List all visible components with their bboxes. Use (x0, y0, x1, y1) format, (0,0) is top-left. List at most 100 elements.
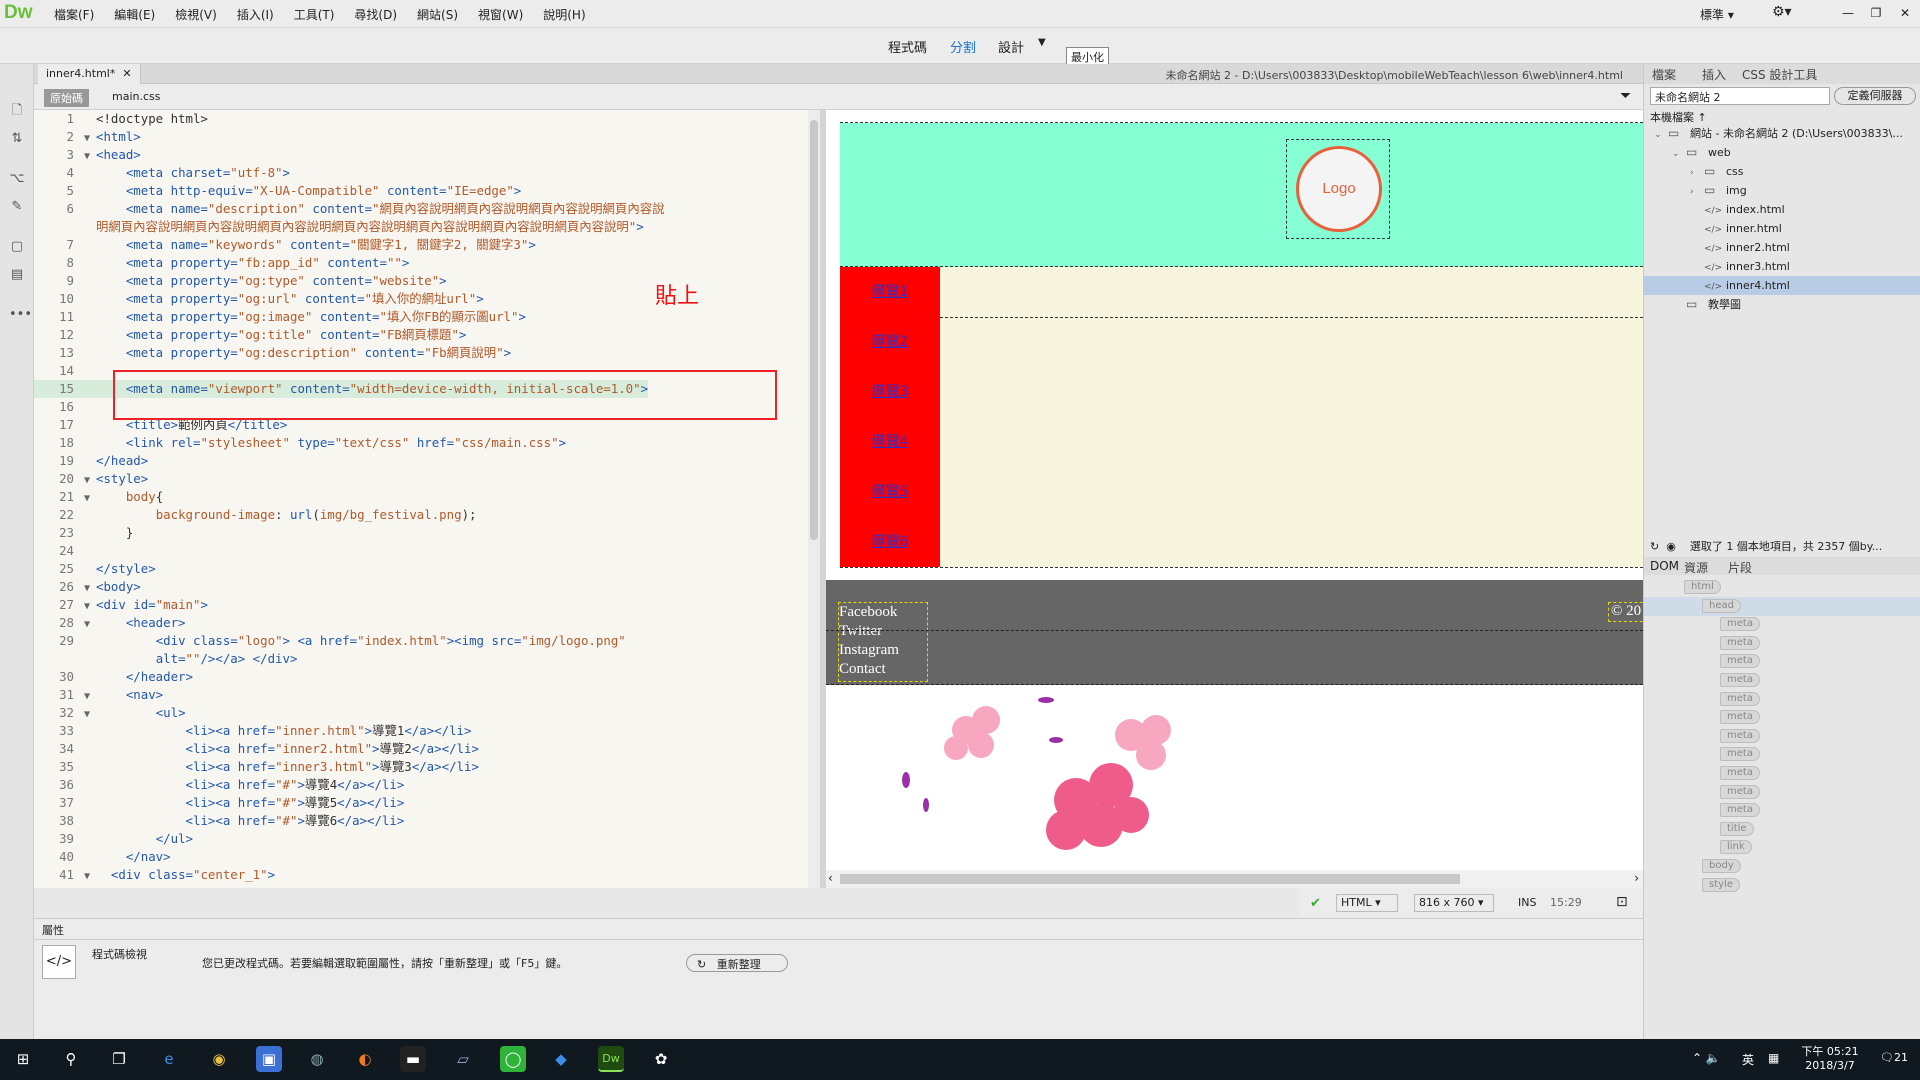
dom-row[interactable]: link (1644, 838, 1920, 857)
menu-item[interactable]: 編輯(E) (104, 6, 165, 23)
restore-button[interactable]: ❐ (1862, 6, 1890, 20)
scroll-right-icon[interactable]: › (1634, 871, 1639, 885)
dom-row[interactable]: body (1644, 857, 1920, 876)
insert-mode[interactable]: INS (1518, 896, 1536, 909)
code-line[interactable]: 5 <meta http-equiv="X-UA-Compatible" con… (34, 182, 522, 200)
file-icon[interactable]: 🗋 (9, 104, 25, 118)
code-line[interactable]: 16 (34, 398, 96, 416)
close-button[interactable]: ✕ (1890, 6, 1920, 20)
logo-container[interactable]: Logo (1286, 139, 1390, 239)
file-tree-item[interactable]: </> inner.html (1644, 219, 1920, 238)
nav-link[interactable]: 導覽5 (840, 481, 940, 501)
dom-node[interactable]: style (1702, 877, 1740, 892)
dom-row[interactable]: meta (1644, 652, 1920, 671)
dom-row[interactable]: title (1644, 820, 1920, 839)
nav-link[interactable]: 導覽2 (840, 331, 940, 351)
logo-circle[interactable]: Logo (1296, 146, 1382, 232)
dom-row[interactable]: meta (1644, 615, 1920, 634)
code-line[interactable]: 4 <meta charset="utf-8"> (34, 164, 290, 182)
dom-row[interactable]: meta (1644, 708, 1920, 727)
code-line[interactable]: 34 <li><a href="inner2.html">導覽2</a></li… (34, 740, 479, 758)
more-icon[interactable]: ••• (9, 308, 32, 322)
menu-item[interactable]: 工具(T) (284, 6, 345, 23)
scroll-left-icon[interactable]: ‹ (828, 871, 833, 885)
workspace-switcher[interactable]: 標準 ▾ (1700, 6, 1734, 23)
dom-node[interactable]: meta (1720, 691, 1760, 706)
design-scrollbar[interactable]: ‹ › (826, 870, 1643, 888)
dom-node[interactable]: meta (1720, 673, 1760, 687)
code-line[interactable]: 6 <meta name="description" content="網頁內容… (34, 200, 665, 218)
app2-icon[interactable]: ✿ (648, 1046, 674, 1072)
line-icon[interactable]: ◯ (500, 1046, 526, 1072)
nav-link[interactable]: 導覽4 (840, 431, 940, 451)
file-tree-item[interactable]: ⌄ ▭ web (1644, 143, 1920, 162)
code-line[interactable]: 9 <meta property="og:type" content="webs… (34, 272, 447, 290)
maps-icon[interactable]: ◆ (548, 1046, 574, 1072)
code-format-icon[interactable]: ⌥ (9, 172, 25, 186)
code-line[interactable]: 24 (34, 542, 96, 560)
search-icon[interactable]: ⚲ (58, 1046, 84, 1072)
clock[interactable]: 下午 05:21 2018/3/7 (1800, 1043, 1860, 1072)
code-line[interactable]: 38 <li><a href="#">導覽6</a></li> (34, 812, 404, 830)
code-editor[interactable]: 1 <!doctype html> 2 ▼ <html> 3 ▼ <head> 4 <meta … (34, 110, 808, 888)
menu-item[interactable]: 插入(I) (227, 6, 284, 23)
menu-item[interactable]: 尋找(D) (344, 6, 407, 23)
menu-item[interactable]: 說明(H) (533, 6, 595, 23)
gear-icon[interactable]: ⚙▾ (1772, 4, 1792, 20)
tab-css-designer[interactable]: CSS 設計工具 (1742, 66, 1817, 83)
dom-row[interactable]: meta (1644, 671, 1920, 690)
code-line[interactable]: 37 <li><a href="#">導覽5</a></li> (34, 794, 404, 812)
code-line[interactable]: 26 ▼ <body> (34, 578, 141, 596)
code-line[interactable]: 28 ▼ <header> (34, 614, 185, 632)
sort-icon[interactable]: ⇅ (9, 132, 25, 146)
preview-icon[interactable]: ⊡ (1616, 894, 1628, 910)
source-code-tab[interactable]: 原始碼 (44, 89, 89, 107)
code-line[interactable]: 19 </head> (34, 452, 148, 470)
dom-node[interactable]: meta (1720, 617, 1760, 632)
code-line[interactable]: 明網頁內容說明網頁內容說明網頁內容說明網頁內容說明網頁內容說明網頁內容說明網頁內… (34, 218, 644, 236)
ie-icon[interactable]: e (156, 1046, 182, 1072)
file-tree-item[interactable]: </> inner3.html (1644, 257, 1920, 276)
notepad-icon[interactable]: ▱ (450, 1046, 476, 1072)
chrome-icon[interactable]: ◉ (206, 1046, 232, 1072)
social-link[interactable]: Facebook (839, 603, 927, 622)
dom-node[interactable]: body (1702, 859, 1741, 873)
dom-row[interactable]: meta (1644, 634, 1920, 653)
refresh-icon[interactable]: ↻ (1650, 540, 1659, 553)
window-size-select[interactable]: 816 x 760 ▾ (1414, 894, 1494, 912)
tab-snippets[interactable]: 片段 (1728, 559, 1752, 576)
file-tree-item[interactable]: ▭ 教學圖 (1644, 295, 1920, 314)
dom-row[interactable]: style (1644, 876, 1920, 895)
code-line[interactable]: 12 <meta property="og:title" content="FB… (34, 326, 466, 344)
dreamweaver-taskbar-icon[interactable]: Dw (598, 1046, 624, 1072)
code-line[interactable]: 18 <link rel="stylesheet" type="text/css… (34, 434, 566, 452)
code-line[interactable]: 35 <li><a href="inner3.html">導覽3</a></li… (34, 758, 479, 776)
dom-node[interactable]: meta (1720, 766, 1760, 780)
tab-inner4[interactable]: inner4.html* ✕ (38, 64, 141, 84)
code-line[interactable]: 33 <li><a href="inner.html">導覽1</a></li> (34, 722, 471, 740)
tab-dom[interactable]: DOM (1650, 559, 1679, 573)
dom-node[interactable]: meta (1720, 710, 1760, 725)
content-area[interactable] (840, 267, 1643, 567)
code-line[interactable]: 14 (34, 362, 96, 380)
split-view-button[interactable]: 分割 (950, 37, 976, 56)
fold-icon[interactable]: ▼ (78, 868, 96, 886)
dom-node[interactable]: meta (1720, 784, 1760, 799)
file-tree-item[interactable]: ⌄ ▭ 網站 - 未命名網站 2 (D:\Users\003833\... (1644, 124, 1920, 143)
design-view-button[interactable]: 設計 (998, 37, 1024, 56)
menu-item[interactable]: 檢視(V) (165, 6, 227, 23)
snippet-icon[interactable]: ▤ (9, 268, 25, 282)
brush-icon[interactable]: ✎ (9, 200, 25, 214)
ime-indicator[interactable]: 英 (1742, 1051, 1754, 1068)
social-link[interactable]: Contact (839, 660, 927, 679)
terminal-icon[interactable]: ▬ (400, 1046, 426, 1072)
code-line[interactable]: 13 <meta property="og:description" conte… (34, 344, 511, 362)
dom-node[interactable]: link (1720, 840, 1752, 855)
code-line[interactable]: 3 ▼ <head> (34, 146, 141, 164)
comment-icon[interactable]: ▢ (9, 240, 25, 254)
code-line[interactable]: 39 </ul> (34, 830, 193, 848)
start-icon[interactable]: ⊞ (10, 1046, 36, 1072)
code-line[interactable]: 21 ▼ body{ (34, 488, 163, 506)
dom-row[interactable]: meta (1644, 783, 1920, 802)
dom-row[interactable]: meta (1644, 801, 1920, 820)
